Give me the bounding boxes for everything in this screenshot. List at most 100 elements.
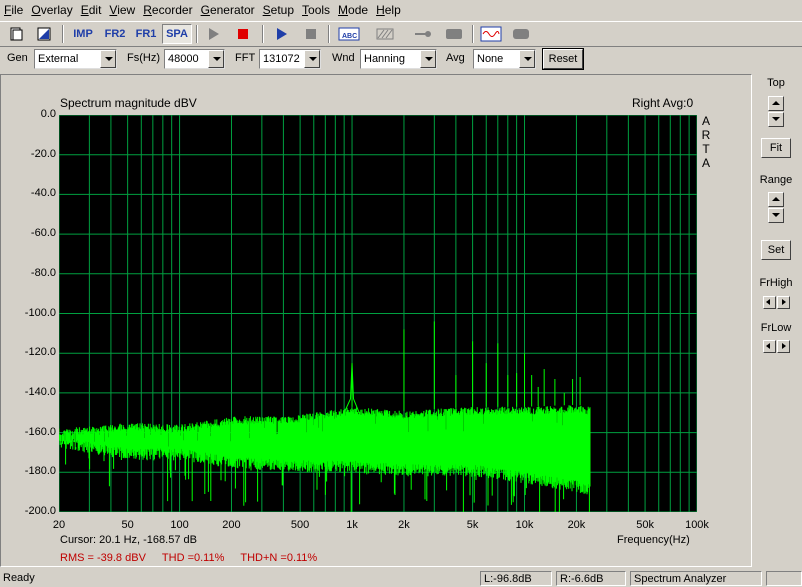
y-tick-label: -160.0: [24, 425, 56, 438]
status-extra: [766, 571, 802, 586]
hatch-icon[interactable]: [374, 24, 396, 44]
y-tick-label: -40.0: [30, 187, 56, 200]
probe-icon[interactable]: [412, 24, 434, 44]
overlay-icon[interactable]: [33, 24, 55, 44]
menu-label: ecorder: [151, 3, 193, 17]
toolbar-separator: [262, 25, 264, 43]
frlow-right-button[interactable]: [777, 340, 790, 353]
toolbar-separator: [472, 25, 474, 43]
avg-label: Avg: [446, 52, 465, 64]
y-tick-label: -80.0: [30, 266, 56, 279]
analyzer-settings-bar: Gen External Fs(Hz) 48000 FFT 131072 Wnd…: [0, 46, 802, 72]
generator-play-icon[interactable]: [202, 24, 224, 44]
generator-select[interactable]: External: [34, 49, 117, 69]
menu-setup[interactable]: Setup: [259, 1, 298, 19]
x-tick-label: 200: [222, 519, 241, 531]
window-select[interactable]: Hanning: [360, 49, 437, 69]
top-down-button[interactable]: [768, 112, 784, 127]
x-tick-label: 2k: [398, 519, 410, 531]
channel-average-info: Right Avg:0: [632, 96, 694, 110]
menu-accelerator: E: [80, 3, 89, 17]
thdn-readout: THD+N =0.11%: [240, 552, 318, 564]
menu-label: ode: [348, 3, 369, 17]
menu-view[interactable]: View: [105, 1, 139, 19]
averaging-select[interactable]: None: [473, 49, 536, 69]
set-button[interactable]: Set: [761, 240, 791, 260]
plot-title: Spectrum magnitude dBV: [60, 96, 197, 110]
x-tick-label: 500: [290, 519, 310, 531]
menu-tools[interactable]: Tools: [298, 1, 334, 19]
top-up-button[interactable]: [768, 96, 784, 111]
arta-letter: A: [701, 114, 710, 128]
window-label: Wnd: [332, 52, 355, 64]
frhigh-left-button[interactable]: [763, 296, 776, 309]
scope-icon[interactable]: [478, 24, 504, 44]
x-tick-label: 50: [121, 519, 134, 531]
y-tick-label: -120.0: [24, 346, 56, 359]
meter-icon[interactable]: [443, 24, 465, 44]
x-axis-label: Frequency(Hz): [617, 534, 690, 546]
spectrum-plot[interactable]: [59, 115, 697, 512]
x-tick-label: 50k: [636, 519, 654, 531]
fr1-mode-label: FR1: [135, 28, 157, 40]
toolbar-separator: [62, 25, 64, 43]
menu-file[interactable]: File: [0, 1, 27, 19]
generator-stop-icon[interactable]: [232, 24, 254, 44]
chevron-down-icon[interactable]: [420, 50, 436, 68]
menu-edit[interactable]: Edit: [77, 1, 106, 19]
menu-accelerator: O: [31, 3, 41, 17]
window-select-value: Hanning: [364, 53, 405, 65]
arta-letter: T: [702, 142, 710, 156]
frlow-left-button[interactable]: [763, 340, 776, 353]
chevron-down-icon[interactable]: [304, 50, 320, 68]
fft-size-select[interactable]: 131072: [259, 49, 321, 69]
menu-accelerator: R: [143, 3, 152, 17]
text-annotation-icon[interactable]: ABC: [336, 24, 362, 44]
fft-size-value: 131072: [263, 53, 300, 65]
y-tick-label: -20.0: [30, 147, 56, 160]
menu-bar: File Overlay Edit View Recorder Generator Setu…: [0, 0, 802, 20]
sample-rate-select[interactable]: 48000: [164, 49, 225, 69]
record-play-icon[interactable]: [270, 24, 292, 44]
y-tick-label: -140.0: [24, 385, 56, 398]
reset-button[interactable]: Reset: [542, 48, 584, 70]
record-stop-icon[interactable]: [300, 24, 322, 44]
frhigh-right-button[interactable]: [777, 296, 790, 309]
rms-readout: RMS = -39.8 dBV: [60, 552, 146, 564]
menu-label: iew: [117, 3, 136, 17]
new-icon[interactable]: [5, 24, 27, 44]
menu-overlay[interactable]: Overlay: [27, 1, 76, 19]
frhigh-label: FrHigh: [759, 277, 793, 289]
menu-accelerator: G: [200, 3, 210, 17]
left-level: L:-96.8dB: [480, 571, 552, 586]
fr2-mode-button[interactable]: FR2: [100, 24, 130, 44]
range-down-button[interactable]: [768, 208, 784, 223]
chevron-down-icon[interactable]: [519, 50, 535, 68]
thd-readout: THD =0.11%: [161, 552, 225, 564]
y-tick-label: -60.0: [30, 227, 56, 240]
menu-mode[interactable]: Mode: [334, 1, 372, 19]
spa-mode-button[interactable]: SPA: [162, 24, 192, 44]
menu-help[interactable]: Help: [372, 1, 405, 19]
range-up-button[interactable]: [768, 192, 784, 207]
toolbar-separator: [328, 25, 330, 43]
top-label: Top: [767, 77, 785, 89]
menu-label: elp: [384, 3, 401, 17]
menu-recorder[interactable]: Recorder: [139, 1, 196, 19]
chevron-down-icon[interactable]: [208, 50, 224, 68]
fit-button[interactable]: Fit: [761, 138, 791, 158]
y-tick-label: -180.0: [24, 465, 56, 478]
frlow-label: FrLow: [760, 322, 792, 334]
fr1-mode-button[interactable]: FR1: [132, 24, 160, 44]
spa-mode-label: SPA: [166, 28, 188, 40]
menu-label: ools: [308, 3, 331, 17]
menu-generator[interactable]: Generator: [197, 1, 259, 19]
y-tick-label: -100.0: [24, 306, 56, 319]
imp-mode-label: IMP: [73, 28, 93, 40]
imp-mode-button[interactable]: IMP: [68, 24, 98, 44]
right-level: R:-6.6dB: [556, 571, 626, 586]
chevron-down-icon[interactable]: [100, 50, 116, 68]
device-icon[interactable]: [510, 24, 532, 44]
x-tick-label: 1k: [346, 519, 358, 531]
gen-label: Gen: [7, 52, 28, 64]
